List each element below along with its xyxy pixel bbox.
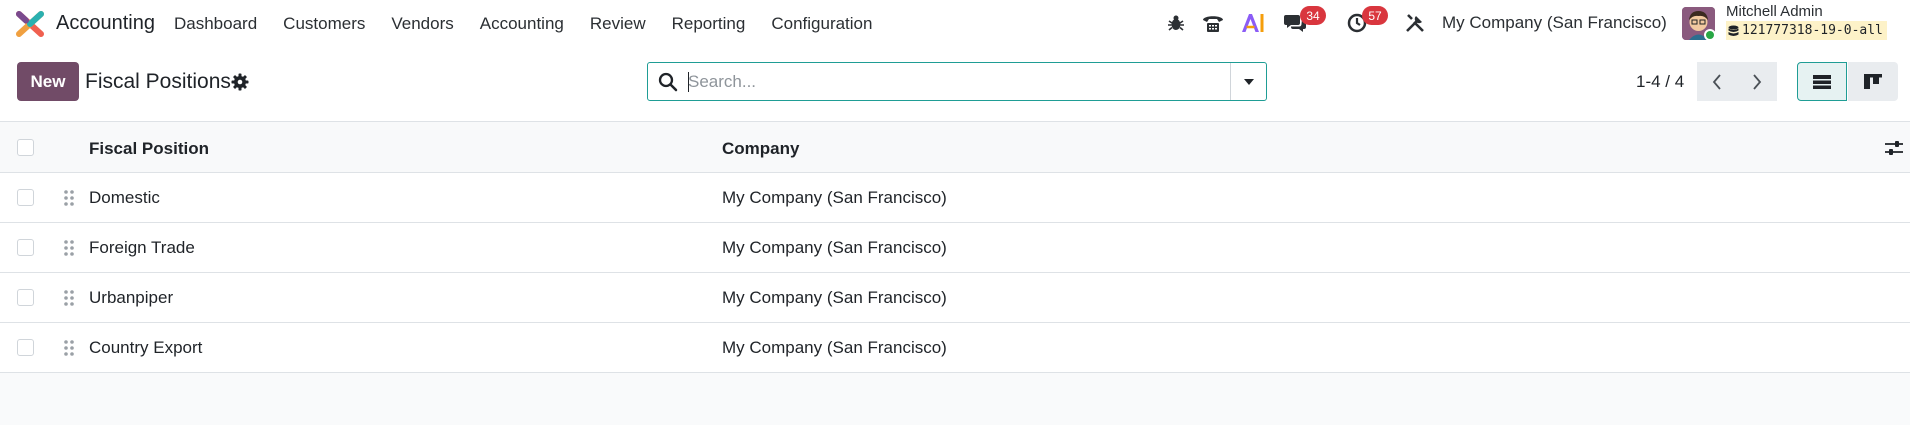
cell-fiscal-position: Foreign Trade <box>89 238 195 257</box>
cell-company: My Company (San Francisco) <box>722 188 947 207</box>
messages-count-badge: 34 <box>1300 6 1326 25</box>
cell-company: My Company (San Francisco) <box>722 338 947 357</box>
menu-configuration[interactable]: Configuration <box>771 14 872 34</box>
select-all-checkbox[interactable] <box>17 139 34 156</box>
drag-handle-icon[interactable] <box>63 289 75 307</box>
row-checkbox[interactable] <box>17 239 34 256</box>
chevron-left-icon <box>1712 73 1721 90</box>
list-view-button[interactable] <box>1797 62 1847 101</box>
online-status-icon <box>1704 29 1716 41</box>
table-row[interactable]: Country Export My Company (San Francisco… <box>0 323 1910 373</box>
company-switcher[interactable]: My Company (San Francisco) <box>1442 13 1667 33</box>
tools-icon[interactable] <box>1402 10 1428 36</box>
database-name: 121777318-19-0-all <box>1726 21 1887 40</box>
cell-fiscal-position: Domestic <box>89 188 160 207</box>
drag-handle-icon[interactable] <box>63 339 75 357</box>
kanban-view-icon <box>1864 73 1882 89</box>
table-header: Fiscal Position Company <box>0 122 1910 173</box>
accounting-app-icon[interactable] <box>16 11 44 37</box>
debug-bug-icon[interactable] <box>1163 10 1189 36</box>
drag-handle-icon[interactable] <box>63 189 75 207</box>
phone-icon[interactable] <box>1200 10 1226 36</box>
caret-down-icon <box>1243 78 1254 85</box>
row-checkbox[interactable] <box>17 189 34 206</box>
menu-customers[interactable]: Customers <box>283 14 365 34</box>
row-checkbox[interactable] <box>17 339 34 356</box>
row-checkbox[interactable] <box>17 289 34 306</box>
menu-reporting[interactable]: Reporting <box>672 14 746 34</box>
search-bar[interactable] <box>647 62 1267 101</box>
fiscal-positions-table: Fiscal Position Company Domestic My Comp… <box>0 122 1910 373</box>
pager-next-button[interactable] <box>1737 62 1777 101</box>
chevron-right-icon <box>1753 73 1762 90</box>
cell-fiscal-position: Country Export <box>89 338 203 357</box>
optional-columns-icon[interactable] <box>1884 139 1904 157</box>
activities-count-badge: 57 <box>1362 6 1388 25</box>
cell-fiscal-position: Urbanpiper <box>89 288 174 307</box>
menu-review[interactable]: Review <box>590 14 646 34</box>
main-menu: Dashboard Customers Vendors Accounting R… <box>174 0 898 47</box>
cell-company: My Company (San Francisco) <box>722 238 947 257</box>
list-view-icon <box>1813 74 1831 89</box>
menu-dashboard[interactable]: Dashboard <box>174 14 257 34</box>
user-name[interactable]: Mitchell Admin <box>1726 3 1823 20</box>
page-title: Fiscal Positions <box>85 70 231 93</box>
search-icon <box>658 72 678 92</box>
column-header-fiscal-position[interactable]: Fiscal Position <box>89 139 209 159</box>
text-cursor <box>688 72 689 92</box>
menu-vendors[interactable]: Vendors <box>391 14 453 34</box>
database-icon <box>1728 25 1739 36</box>
kanban-view-button[interactable] <box>1848 62 1898 101</box>
table-row[interactable]: Domestic My Company (San Francisco) <box>0 173 1910 223</box>
gear-icon[interactable] <box>231 73 249 91</box>
new-button[interactable]: New <box>17 62 79 101</box>
pager-previous-button[interactable] <box>1697 62 1737 101</box>
cell-company: My Company (San Francisco) <box>722 288 947 307</box>
top-navbar: Accounting Dashboard Customers Vendors A… <box>0 0 1910 47</box>
table-row[interactable]: Foreign Trade My Company (San Francisco) <box>0 223 1910 273</box>
search-options-toggle[interactable] <box>1230 63 1266 100</box>
ai-icon[interactable] <box>1240 10 1266 36</box>
control-panel: New Fiscal Positions 1-4 / 4 <box>0 47 1910 122</box>
drag-handle-icon[interactable] <box>63 239 75 257</box>
menu-accounting[interactable]: Accounting <box>480 14 564 34</box>
pager-value[interactable]: 1-4 / 4 <box>1636 72 1684 92</box>
database-name-text: 121777318-19-0-all <box>1742 23 1883 38</box>
search-input[interactable] <box>688 64 1248 99</box>
table-row[interactable]: Urbanpiper My Company (San Francisco) <box>0 273 1910 323</box>
app-name[interactable]: Accounting <box>56 12 155 35</box>
column-header-company[interactable]: Company <box>722 139 799 159</box>
